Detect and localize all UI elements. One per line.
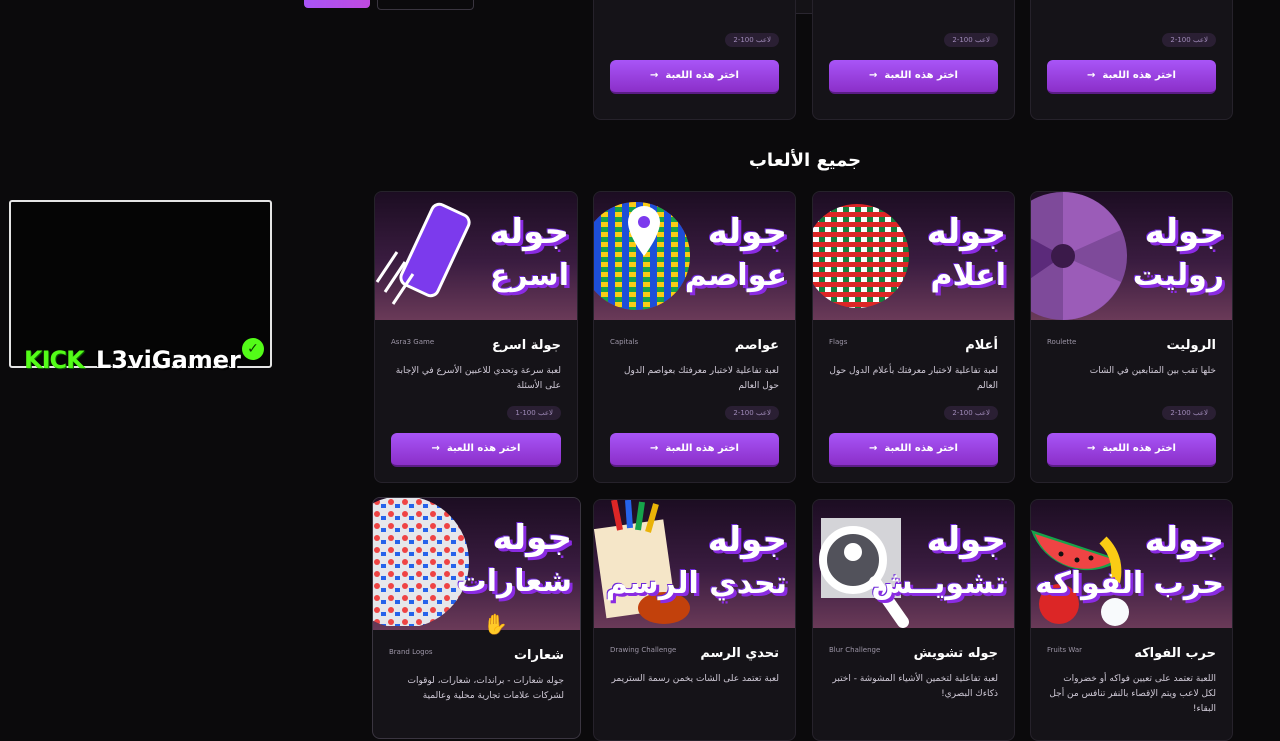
game-description: لعبة سرعة وتحدي للاعبين الأسرع في الإجاب… <box>395 366 561 391</box>
game-card: 2-100 لاعب اختر هذه اللعبة → <box>812 0 1015 120</box>
flags-globe-icon <box>813 204 909 308</box>
banner-line-1: جوله <box>492 518 572 558</box>
banner-line-1: جوله <box>707 520 787 560</box>
choose-game-button[interactable]: اختر هذه اللعبة → <box>610 60 779 94</box>
game-card-brand-logos: جوله شعارات شعارات Brand Logos جوله شعار… <box>372 497 581 739</box>
game-card-capitals: جوله عواصم عواصم Capitals لعبة تفاعلية ل… <box>593 191 796 483</box>
arrow-icon: → <box>1087 443 1096 454</box>
game-banner: جوله اعلام <box>813 192 1014 320</box>
game-card: 2-100 لاعب اختر هذه اللعبة → <box>593 0 796 120</box>
game-english-name: Flags <box>829 338 848 346</box>
banner-line-1: جوله <box>926 212 1006 252</box>
game-title: أعلام <box>965 338 998 353</box>
game-english-name: Capitals <box>610 338 639 346</box>
game-description: لعبة تعتمد على الشات يخمن رسمة الستريمر <box>611 674 779 684</box>
game-card-fruits-war: جوله حرب الفواكه حرب الفواكه Fruits War … <box>1030 499 1233 741</box>
game-description: خلها تقب بين المتابعين في الشات <box>1089 366 1216 376</box>
game-title: شعارات <box>513 648 564 663</box>
arrow-icon: → <box>431 443 440 454</box>
banner-line-1: جوله <box>1144 212 1224 252</box>
game-banner: جوله شعارات <box>373 498 580 630</box>
game-banner: جوله روليت <box>1031 192 1232 320</box>
game-description: جوله شعارات - براندات، شعارات، لوقوات لش… <box>407 676 564 701</box>
game-description: اللعبة تعتمد على تعيين فواكه أو خضروات ل… <box>1049 674 1216 714</box>
game-banner: جوله عواصم <box>594 192 795 320</box>
banner-line-1: جوله <box>707 212 787 252</box>
game-description: لعبة تفاعلية لاختبار معرفتك بأعلام الدول… <box>829 366 998 391</box>
arrow-icon: → <box>869 70 878 81</box>
webcam-frame <box>9 200 272 368</box>
game-english-name: Fruits War <box>1047 646 1083 654</box>
keyboard-icon <box>375 202 471 305</box>
game-english-name: Drawing Challenge <box>610 646 677 654</box>
players-badge: 2-100 لاعب <box>725 406 779 420</box>
game-card-asra3: جوله اسرع جولة اسرع Asra3 Game لعبة سرعة… <box>374 191 578 483</box>
game-description: لعبة تفاعلية لاختبار معرفتك بعواصم الدول… <box>623 366 779 391</box>
arrow-icon: → <box>650 443 659 454</box>
top-secondary-button[interactable] <box>377 0 474 10</box>
banner-line-1: جوله <box>926 520 1006 560</box>
game-english-name: Brand Logos <box>389 648 433 656</box>
banner-line-2: حرب الفواكه <box>1035 566 1224 601</box>
players-badge: 1-100 لاعب <box>507 406 561 420</box>
arrow-icon: → <box>869 443 878 454</box>
players-badge: 2-100 لاعب <box>1162 33 1216 47</box>
logos-globe-icon <box>373 498 469 626</box>
game-banner: جوله تشويــش <box>813 500 1014 628</box>
watermelon-icon <box>1031 530 1129 626</box>
banner-line-2: عواصم <box>684 258 787 293</box>
banner-line-2: اعلام <box>930 258 1006 293</box>
game-english-name: Asra3 Game <box>391 338 435 346</box>
game-card-drawing: جوله تحدي الرسم تحدي الرسم Drawing Chall… <box>593 499 796 741</box>
game-title: جولة اسرع <box>491 338 561 353</box>
banner-line-2: تشويــش <box>871 566 1006 601</box>
game-title: جوله تشويش <box>913 646 998 661</box>
magnifier-icon <box>819 518 909 628</box>
game-english-name: Blur Challenge <box>829 646 881 654</box>
game-title: حرب الفواكه <box>1134 646 1216 661</box>
game-banner: جوله حرب الفواكه <box>1031 500 1232 628</box>
drawing-pencils-icon <box>594 500 690 624</box>
streamer-name: L3viGamer <box>96 346 241 374</box>
game-description: لعبة تفاعلية لتخمين الأشياء المشوشة - اخ… <box>832 674 998 699</box>
players-badge: 2-100 لاعب <box>944 33 998 47</box>
players-badge: 2-100 لاعب <box>944 406 998 420</box>
top-primary-button[interactable] <box>304 0 370 8</box>
banner-line-2: اسرع <box>490 258 569 293</box>
banner-line-2: روليت <box>1132 258 1224 293</box>
choose-game-button[interactable]: اختر هذه اللعبة → <box>610 433 779 467</box>
game-title: الروليت <box>1166 338 1216 353</box>
players-badge: 2-100 لاعب <box>725 33 779 47</box>
game-card-roulette: جوله روليت الروليت Roulette خلها تقب بين… <box>1030 191 1233 483</box>
choose-game-button[interactable]: اختر هذه اللعبة → <box>1047 60 1216 94</box>
banner-line-2: تحدي الرسم <box>605 566 787 601</box>
banner-line-2: شعارات <box>456 564 572 599</box>
globe-pin-icon <box>594 202 690 310</box>
roulette-wheel-icon <box>1031 192 1127 320</box>
game-card-flags: جوله اعلام أعلام Flags لعبة تفاعلية لاخت… <box>812 191 1015 483</box>
verified-badge-icon: ✓ <box>242 338 264 360</box>
hand-cursor-icon: ✋ <box>483 612 508 636</box>
banner-line-1: جوله <box>489 212 569 252</box>
choose-game-button[interactable]: اختر هذه اللعبة → <box>829 60 998 94</box>
game-banner: جوله تحدي الرسم <box>594 500 795 628</box>
game-banner: جوله اسرع <box>375 192 577 320</box>
banner-line-1: جوله <box>1144 520 1224 560</box>
game-card-blur: جوله تشويــش جوله تشويش Blur Challenge ل… <box>812 499 1015 741</box>
arrow-icon: → <box>650 70 659 81</box>
choose-game-button[interactable]: اختر هذه اللعبة → <box>1047 433 1216 467</box>
kick-logo: KICK <box>24 346 85 374</box>
game-title: عواصم <box>734 338 779 353</box>
choose-game-button[interactable]: اختر هذه اللعبة → <box>829 433 998 467</box>
game-title: تحدي الرسم <box>700 646 779 661</box>
section-title: جميع الألعاب <box>748 150 862 171</box>
game-card: 2-100 لاعب اختر هذه اللعبة → <box>1030 0 1233 120</box>
arrow-icon: → <box>1087 70 1096 81</box>
game-english-name: Roulette <box>1047 338 1077 346</box>
choose-game-button[interactable]: اختر هذه اللعبة → <box>391 433 561 467</box>
players-badge: 2-100 لاعب <box>1162 406 1216 420</box>
